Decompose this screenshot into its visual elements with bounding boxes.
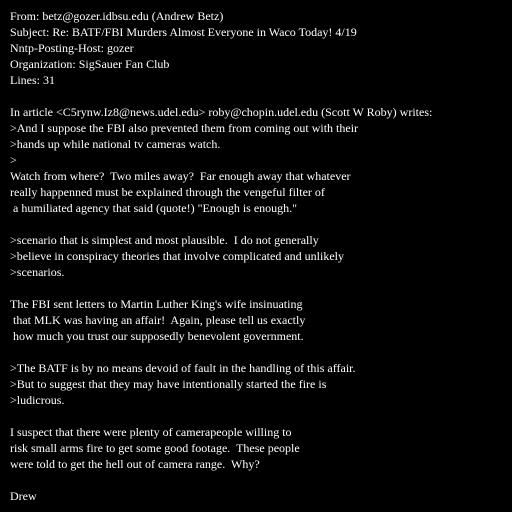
quoted-line: >The BATF is by no means devoid of fault… [10,361,356,375]
signature: Drew [10,489,37,503]
reply-line: how much you trust our supposedly benevo… [10,329,304,343]
reply-line: The FBI sent letters to Martin Luther Ki… [10,297,303,311]
lines-header: Lines: 31 [10,73,55,87]
reply-line: that MLK was having an affair! Again, pl… [10,313,306,327]
reply-line: a humiliated agency that said (quote!) "… [10,201,298,215]
usenet-message: From: betz@gozer.idbsu.edu (Andrew Betz)… [10,8,508,504]
reply-line: Watch from where? Two miles away? Far en… [10,169,351,183]
attribution-line: In article <C5rynw.Iz8@news.udel.edu> ro… [10,105,433,119]
organization-header: Organization: SigSauer Fan Club [10,57,170,71]
from-header: From: betz@gozer.idbsu.edu (Andrew Betz) [10,9,224,23]
quoted-line: >hands up while national tv cameras watc… [10,137,221,151]
reply-line: I suspect that there were plenty of came… [10,425,292,439]
subject-header: Subject: Re: BATF/FBI Murders Almost Eve… [10,25,357,39]
quoted-line: >But to suggest that they may have inten… [10,377,327,391]
quoted-line: >And I suppose the FBI also prevented th… [10,121,359,135]
quoted-line: > [10,153,17,167]
quoted-line: >believe in conspiracy theories that inv… [10,249,344,263]
quoted-line: >scenarios. [10,265,65,279]
quoted-line: >ludicrous. [10,393,65,407]
nntp-posting-host-header: Nntp-Posting-Host: gozer [10,41,134,55]
reply-line: risk small arms fire to get some good fo… [10,441,300,455]
quoted-line: >scenario that is simplest and most plau… [10,233,319,247]
reply-line: were told to get the hell out of camera … [10,457,260,471]
reply-line: really happenned must be explained throu… [10,185,325,199]
